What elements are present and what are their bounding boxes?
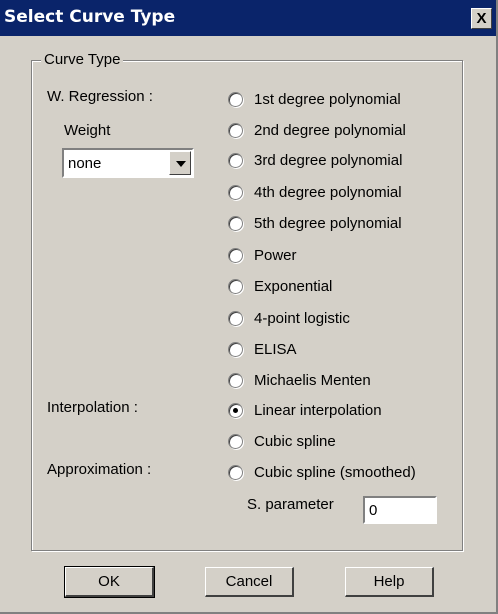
s-parameter-input[interactable]	[363, 496, 437, 524]
radio-cubic-spline-smoothed[interactable]: Cubic spline (smoothed)	[228, 461, 416, 483]
radio-circle[interactable]	[228, 91, 243, 107]
approximation-label: Approximation :	[47, 461, 152, 478]
radio-power[interactable]: Power	[228, 244, 297, 266]
radio-circle[interactable]	[228, 433, 243, 449]
cancel-button[interactable]: Cancel	[205, 567, 294, 597]
radio-circle[interactable]	[228, 278, 243, 294]
dialog-window: Select Curve Type X Curve Type W. Regres…	[0, 0, 498, 614]
radio-label: Cubic spline (smoothed)	[254, 463, 416, 481]
radio-michaelis-menten[interactable]: Michaelis Menten	[228, 369, 371, 391]
radio-2nd-degree-polynomial[interactable]: 2nd degree polynomial	[228, 119, 406, 141]
radio-cubic-spline[interactable]: Cubic spline	[228, 430, 336, 452]
radio-label: 5th degree polynomial	[254, 214, 402, 232]
radio-label: Michaelis Menten	[254, 371, 371, 389]
radio-circle[interactable]	[228, 341, 243, 357]
radio-exponential[interactable]: Exponential	[228, 275, 332, 297]
radio-3rd-degree-polynomial[interactable]: 3rd degree polynomial	[228, 149, 402, 171]
radio-label: 2nd degree polynomial	[254, 121, 406, 139]
weight-label: Weight	[64, 122, 111, 139]
ok-button[interactable]: OK	[64, 566, 155, 598]
radio-5th-degree-polynomial[interactable]: 5th degree polynomial	[228, 212, 402, 234]
radio-circle[interactable]	[228, 464, 243, 480]
title-bar[interactable]: Select Curve Type X	[0, 0, 496, 36]
radio-label: Linear interpolation	[254, 401, 382, 419]
s-parameter-label: S. parameter	[247, 496, 334, 513]
radio-label: 4-point logistic	[254, 309, 350, 327]
radio-label: 3rd degree polynomial	[254, 151, 403, 169]
chevron-down-icon[interactable]	[169, 151, 191, 175]
radio-circle[interactable]	[228, 310, 243, 326]
radio-circle[interactable]	[228, 184, 243, 200]
dialog-title: Select Curve Type	[4, 7, 176, 27]
weight-select[interactable]: none	[62, 148, 194, 178]
radio-circle[interactable]	[228, 247, 243, 263]
radio-circle-checked[interactable]	[228, 402, 243, 418]
radio-4-point-logistic[interactable]: 4-point logistic	[228, 307, 350, 329]
radio-circle[interactable]	[228, 215, 243, 231]
close-button[interactable]: X	[471, 8, 492, 29]
radio-label: 1st degree polynomial	[254, 90, 401, 108]
radio-linear-interpolation[interactable]: Linear interpolation	[228, 399, 382, 421]
radio-label: ELISA	[254, 340, 297, 358]
w-regression-label: W. Regression :	[47, 88, 153, 105]
radio-circle[interactable]	[228, 372, 243, 388]
radio-label: Exponential	[254, 277, 333, 295]
radio-circle[interactable]	[228, 152, 243, 168]
interpolation-label: Interpolation :	[47, 399, 138, 416]
radio-4th-degree-polynomial[interactable]: 4th degree polynomial	[228, 181, 402, 203]
radio-1st-degree-polynomial[interactable]: 1st degree polynomial	[228, 88, 401, 110]
radio-circle[interactable]	[228, 122, 243, 138]
radio-label: 4th degree polynomial	[254, 183, 402, 201]
help-button[interactable]: Help	[345, 567, 434, 597]
weight-select-value: none	[68, 155, 102, 172]
radio-elisa[interactable]: ELISA	[228, 338, 297, 360]
radio-label: Power	[254, 246, 297, 264]
radio-label: Cubic spline	[254, 432, 336, 450]
groupbox-legend: Curve Type	[41, 51, 124, 68]
